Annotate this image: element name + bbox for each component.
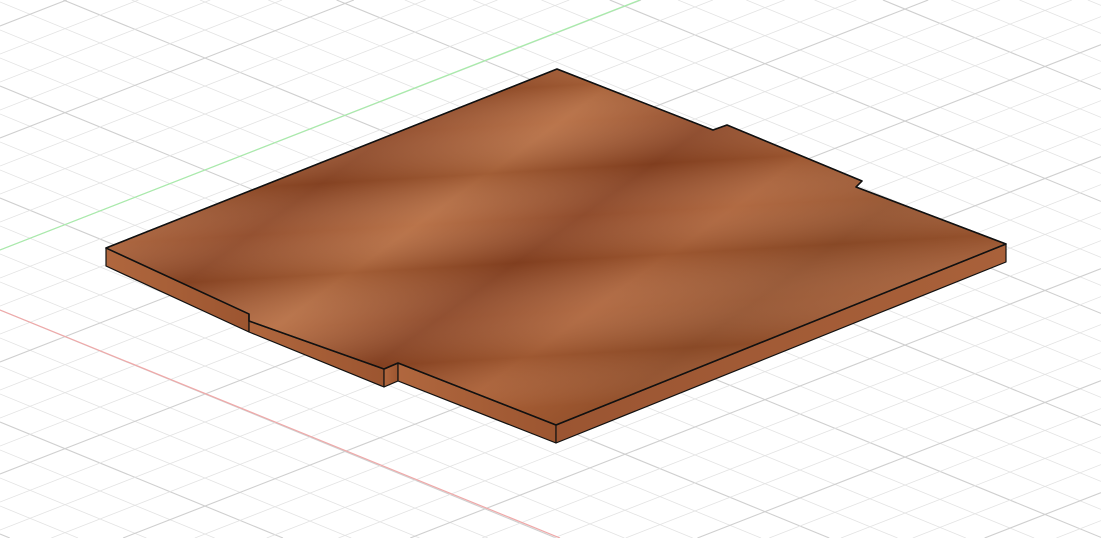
grid-line <box>814 0 1101 118</box>
grid-line <box>769 408 1101 538</box>
grid-line <box>0 0 426 167</box>
grid-line <box>0 393 352 538</box>
grid-line <box>882 0 1101 90</box>
grid-line <box>984 492 1101 538</box>
grid-line <box>1087 0 1101 6</box>
scene-canvas[interactable] <box>0 0 1101 538</box>
grid-line <box>0 0 139 55</box>
grid-line <box>0 0 67 27</box>
grid-line <box>0 0 283 111</box>
grid-line <box>0 477 147 538</box>
grid-line <box>0 449 215 538</box>
grid-line <box>0 0 211 83</box>
grid-line <box>697 380 1101 538</box>
grid-line <box>0 533 10 538</box>
grid-line <box>951 0 1101 62</box>
grid-line <box>1056 520 1101 538</box>
grid-line <box>0 505 79 538</box>
grid-line <box>840 436 1101 538</box>
grid-line <box>1019 0 1101 34</box>
3d-viewport[interactable] <box>0 0 1101 538</box>
plate-top-grain <box>106 69 1006 425</box>
